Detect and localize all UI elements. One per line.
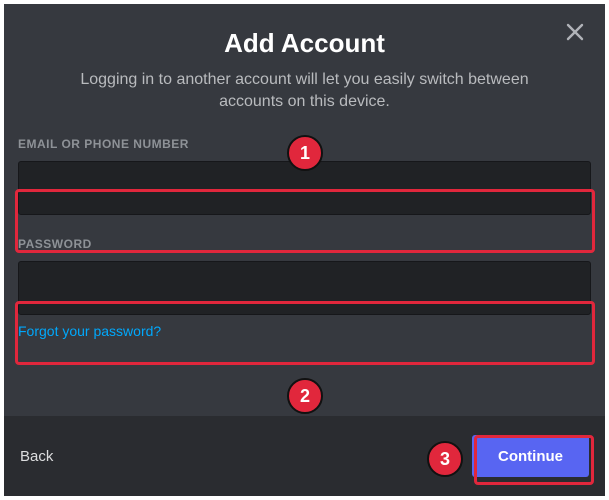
password-label: PASSWORD (18, 237, 591, 251)
password-input[interactable] (18, 261, 591, 315)
modal-subtitle: Logging in to another account will let y… (55, 69, 555, 113)
close-button[interactable] (563, 20, 587, 44)
modal-header: Add Account Logging in to another accoun… (4, 4, 605, 113)
close-icon (563, 20, 587, 44)
email-field-group: EMAIL OR PHONE NUMBER (18, 137, 591, 215)
modal-footer: Back Continue (4, 416, 605, 496)
add-account-modal: Add Account Logging in to another accoun… (4, 4, 605, 496)
back-button[interactable]: Back (20, 448, 53, 465)
annotation-badge-2: 2 (287, 378, 323, 414)
email-input[interactable] (18, 161, 591, 215)
forgot-password-link[interactable]: Forgot your password? (18, 323, 161, 339)
modal-title: Add Account (4, 28, 605, 59)
continue-button[interactable]: Continue (472, 435, 589, 477)
password-field-group: PASSWORD Forgot your password? (18, 237, 591, 341)
login-form: EMAIL OR PHONE NUMBER PASSWORD Forgot yo… (4, 113, 605, 341)
email-label: EMAIL OR PHONE NUMBER (18, 137, 591, 151)
screenshot-frame: Add Account Logging in to another accoun… (0, 0, 609, 500)
